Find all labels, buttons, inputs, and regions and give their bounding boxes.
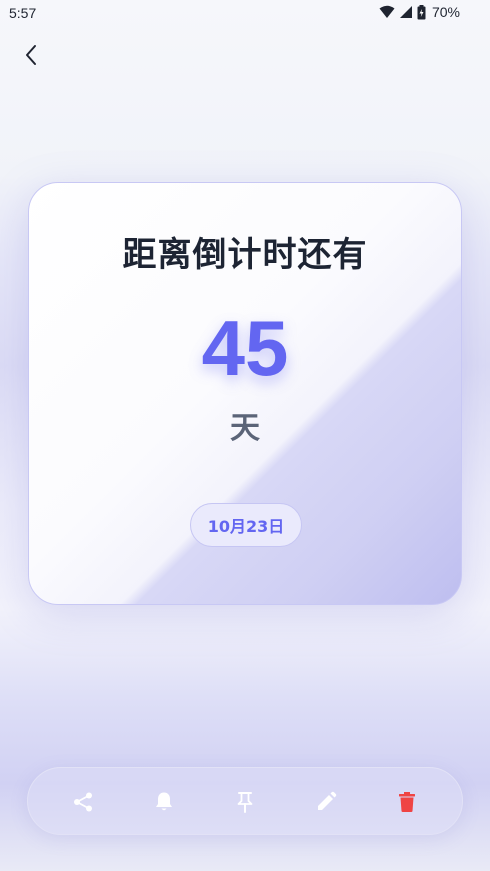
status-time: 5:57	[9, 5, 37, 21]
battery-percentage: 70%	[431, 4, 460, 20]
status-indicators: 70%	[379, 4, 460, 20]
reminder-button[interactable]	[150, 788, 178, 816]
share-button[interactable]	[69, 788, 97, 816]
countdown-card: 距离倒计时还有 45 天 10月23日	[28, 182, 462, 605]
status-bar: 5:57 70%	[0, 0, 490, 28]
pin-button[interactable]	[231, 788, 259, 816]
target-date-badge: 10月23日	[190, 503, 302, 547]
back-button[interactable]	[14, 40, 48, 74]
pin-icon	[236, 791, 254, 813]
edit-icon	[315, 791, 337, 813]
edit-button[interactable]	[312, 788, 340, 816]
days-remaining-value: 45	[201, 304, 289, 392]
share-icon	[72, 791, 94, 813]
days-unit-label: 天	[230, 411, 260, 446]
countdown-title: 距离倒计时还有	[122, 235, 368, 275]
bell-icon	[154, 791, 174, 813]
trash-icon	[398, 791, 416, 813]
bottom-toolbar	[27, 767, 463, 835]
chevron-left-icon	[24, 44, 38, 70]
signal-icon	[399, 5, 413, 19]
wifi-icon	[379, 5, 395, 19]
battery-icon	[417, 4, 426, 20]
delete-button[interactable]	[393, 788, 421, 816]
